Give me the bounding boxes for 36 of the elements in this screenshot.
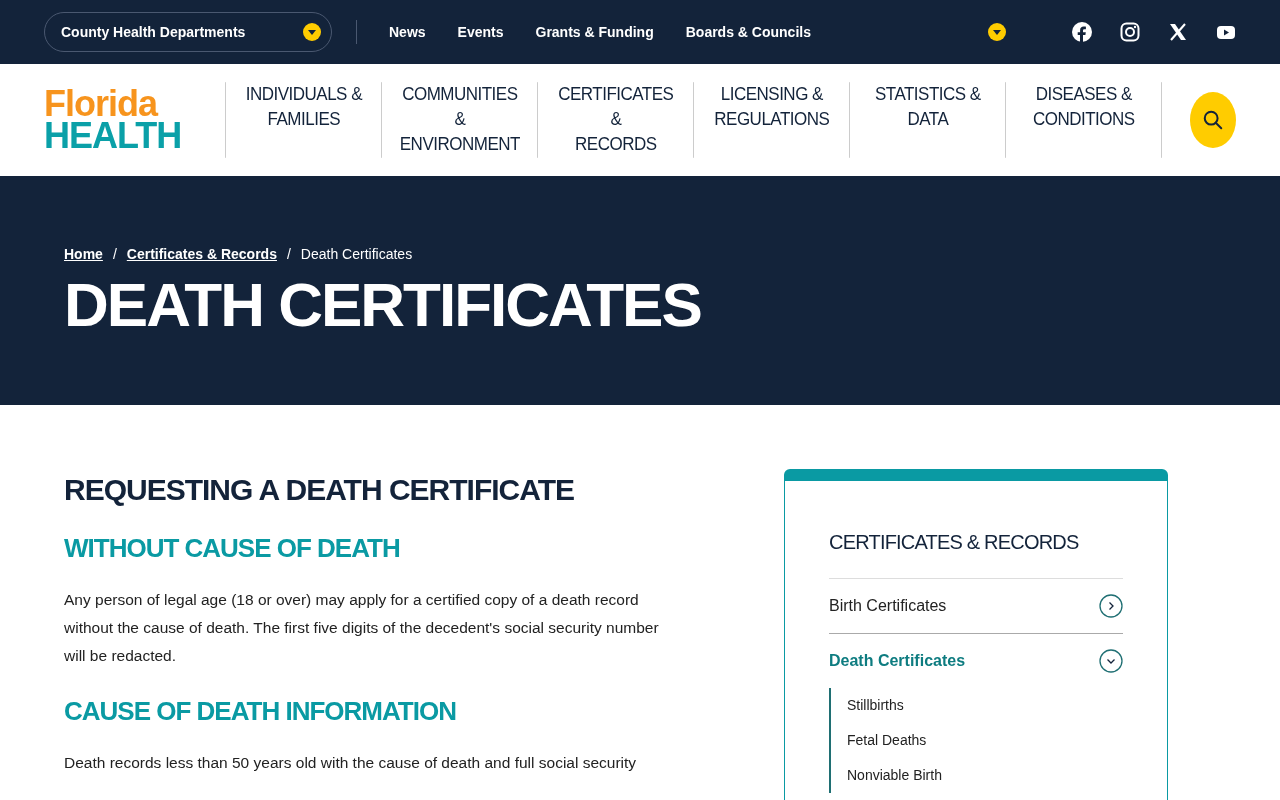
breadcrumb-current: Death Certificates bbox=[300, 246, 413, 262]
chevron-icon[interactable] bbox=[1099, 649, 1123, 673]
search-icon bbox=[1202, 109, 1225, 131]
subsection-heading: CAUSE OF DEATH INFORMATION bbox=[64, 696, 457, 727]
subsection-heading: WITHOUT CAUSE OF DEATH bbox=[64, 533, 401, 564]
instagram-icon[interactable] bbox=[1120, 22, 1140, 42]
main-nav-link[interactable]: COMMUNITIES & ENVIRONMENT bbox=[381, 82, 538, 158]
main-nav-link[interactable]: DISEASES & CONDITIONS bbox=[1005, 82, 1163, 158]
sidebar-sublink[interactable]: Stillbirths bbox=[847, 688, 1123, 723]
paragraph: Any person of legal age (18 or over) may apply for a certified copy of a death record without the cause of death. The first five digits of the decedent's social security number will be redacted. bbox=[64, 590, 660, 666]
chevron-icon[interactable] bbox=[1099, 594, 1123, 618]
sidebar-link[interactable]: Death Certificates bbox=[829, 652, 966, 670]
facebook-icon[interactable] bbox=[1072, 22, 1092, 42]
breadcrumb-separator: / bbox=[286, 246, 291, 262]
sidebar-title: CERTIFICATES & RECORDS bbox=[829, 531, 1123, 579]
sidebar-sublink[interactable]: Nonviable Birth bbox=[847, 758, 1123, 793]
caret-icon bbox=[303, 23, 321, 41]
main-nav-link[interactable]: INDIVIDUALS & FAMILIES bbox=[225, 82, 382, 158]
breadcrumb-separator: / bbox=[112, 246, 117, 262]
page-title: DEATH CERTIFICATES bbox=[64, 270, 702, 340]
main-nav-link[interactable]: STATISTICS & DATA bbox=[849, 82, 1006, 158]
x-icon[interactable] bbox=[1168, 22, 1188, 42]
sidebar-link[interactable]: Birth Certificates bbox=[829, 597, 947, 615]
section-heading: REQUESTING A DEATH CERTIFICATE bbox=[64, 473, 575, 507]
breadcrumb-link[interactable]: Home bbox=[64, 246, 103, 262]
breadcrumb-link[interactable]: Certificates & Records bbox=[126, 246, 277, 262]
sidebar-sublink[interactable]: Fetal Deaths bbox=[847, 723, 1123, 758]
top-nav-link[interactable]: Boards & Councils bbox=[685, 24, 811, 40]
caret-icon[interactable] bbox=[988, 23, 1006, 41]
top-nav-link[interactable]: Events bbox=[457, 24, 504, 40]
search-button[interactable] bbox=[1190, 92, 1236, 148]
top-nav-link[interactable]: Grants & Funding bbox=[535, 24, 654, 40]
paragraph: Death records less than 50 years old with the cause of death and full social security bbox=[64, 753, 638, 773]
top-nav-link[interactable]: News bbox=[389, 24, 426, 40]
main-nav-link[interactable]: CERTIFICATES & RECORDS bbox=[537, 82, 694, 158]
main-nav-link[interactable]: LICENSING & REGULATIONS bbox=[693, 82, 850, 158]
